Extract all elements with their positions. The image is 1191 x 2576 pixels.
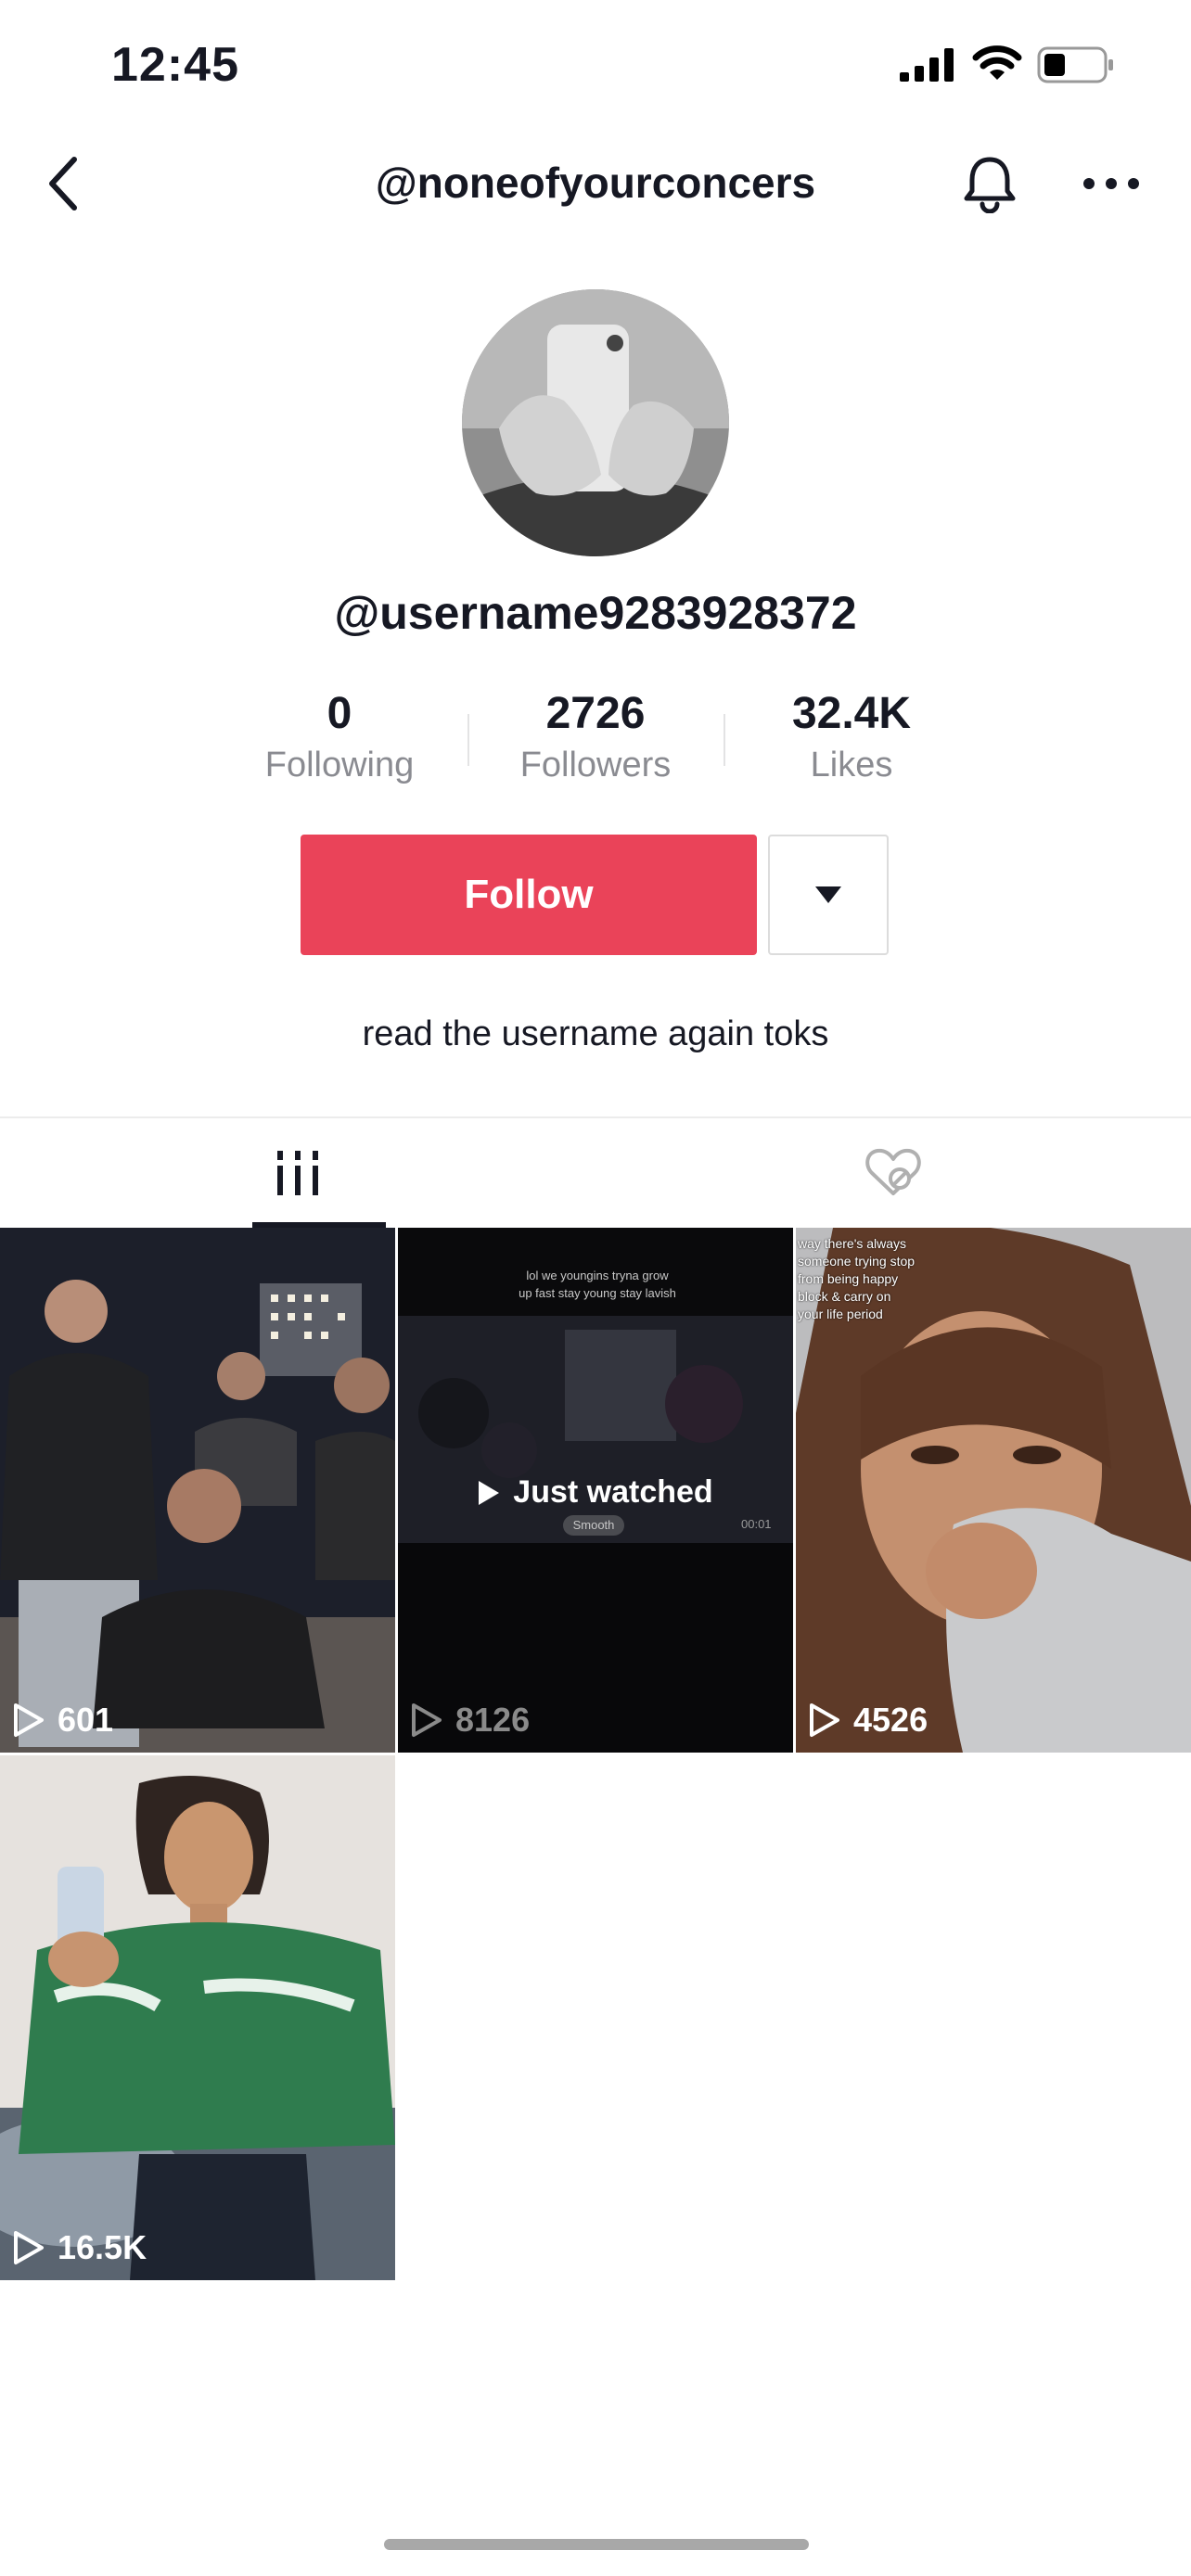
wifi-icon: [972, 45, 1022, 80]
avatar[interactable]: [462, 289, 729, 556]
home-indicator[interactable]: [384, 2539, 809, 2550]
hidden-heart-icon: [865, 1148, 921, 1195]
view-count-value: 8126: [455, 1701, 531, 1739]
video-thumbnail[interactable]: 601: [0, 1228, 395, 1753]
followers-count: 2726: [545, 689, 646, 738]
stat-followers[interactable]: 2726 Followers: [475, 688, 716, 788]
play-icon: [14, 1703, 44, 1737]
stat-likes[interactable]: 32.4K Likes: [731, 688, 972, 788]
following-count: 0: [327, 689, 352, 738]
play-icon: [14, 2231, 44, 2264]
stat-divider: [467, 714, 469, 766]
video-grid-icon: [277, 1151, 318, 1195]
video-thumbnail[interactable]: way there's always someone trying stop f…: [796, 1228, 1191, 1753]
video-caption: way there's always someone trying stop f…: [798, 1236, 916, 1321]
profile-username: @username9283928372: [334, 587, 857, 639]
follow-button[interactable]: Follow: [301, 835, 757, 955]
likes-label: Likes: [810, 746, 893, 784]
video-caption: lol we youngins tryna grow up fast stay …: [519, 1269, 676, 1300]
likes-count: 32.4K: [791, 689, 912, 738]
sound-tag: Smooth: [563, 1515, 624, 1536]
tab-videos[interactable]: [0, 1118, 596, 1228]
video-duration: 00:01: [741, 1517, 772, 1531]
play-filled-icon: [479, 1480, 500, 1505]
stat-divider: [724, 714, 725, 766]
stat-following[interactable]: 0 Following: [219, 688, 460, 788]
play-icon: [412, 1703, 442, 1737]
just-watched-text: Just watched: [513, 1474, 713, 1510]
view-count-value: 16.5K: [58, 2228, 147, 2266]
cellular-signal-icon: [900, 48, 954, 82]
play-icon: [810, 1703, 839, 1737]
view-count: 8126: [411, 1701, 530, 1740]
thumbnail-image: [0, 1228, 395, 1753]
view-count: 601: [13, 1701, 113, 1740]
view-count: 4526: [809, 1701, 928, 1740]
view-count: 16.5K: [13, 2228, 147, 2267]
notification-bell-icon[interactable]: [961, 154, 1018, 213]
video-thumbnail[interactable]: lol we youngins tryna grow up fast stay …: [398, 1228, 793, 1753]
view-count-value: 601: [58, 1701, 114, 1739]
status-time: 12:45: [111, 38, 239, 92]
view-count-value: 4526: [853, 1701, 928, 1739]
following-label: Following: [264, 746, 415, 784]
profile-bio: read the username again toks: [362, 1014, 829, 1053]
battery-icon: [1037, 46, 1113, 83]
video-thumbnail[interactable]: 16.5K: [0, 1755, 395, 2280]
avatar-image: [462, 289, 729, 556]
followers-label: Followers: [519, 746, 672, 784]
just-watched-label: Just watched: [398, 1474, 793, 1511]
tab-liked-videos[interactable]: [596, 1118, 1191, 1228]
caret-down-icon: [815, 886, 841, 903]
more-options-icon[interactable]: [1082, 176, 1141, 191]
thumbnail-image: [0, 1755, 395, 2280]
suggested-accounts-button[interactable]: [768, 835, 889, 955]
